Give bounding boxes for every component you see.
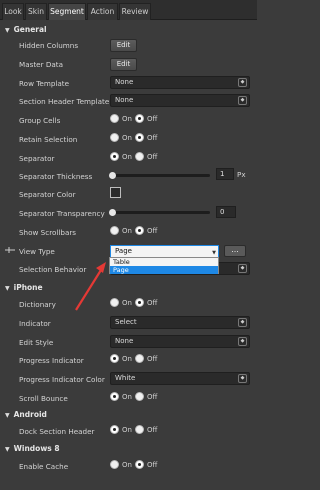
annotation-arrow-icon <box>75 262 106 311</box>
